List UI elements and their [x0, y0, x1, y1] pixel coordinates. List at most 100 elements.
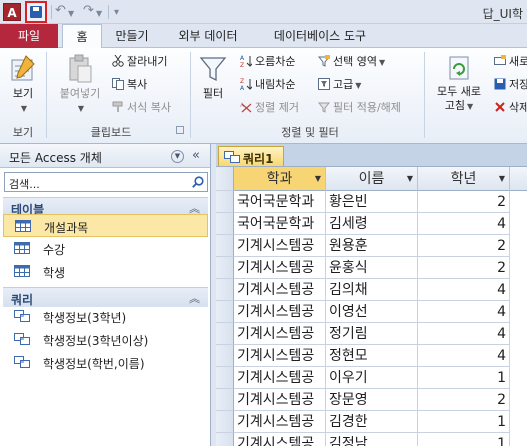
column-header-department[interactable]: 학과 ▼	[234, 167, 326, 191]
remove-sort-button[interactable]: A 정렬 제거	[240, 100, 299, 116]
row-selector[interactable]	[216, 345, 234, 367]
format-painter-button[interactable]: 서식 복사	[112, 100, 171, 116]
table-row[interactable]: 기계시스템공 이우기 1	[216, 367, 527, 389]
cell-department[interactable]: 기계시스템공	[234, 345, 326, 367]
collapse-pane-icon[interactable]: «	[192, 148, 200, 163]
nav-item-query-grade3-plus[interactable]: 학생정보(3학년이상)	[3, 328, 208, 351]
table-row[interactable]: 국어국문학과 황은빈 2	[216, 191, 527, 213]
paste-button[interactable]: 붙여넣기 ▼	[54, 54, 106, 114]
cell-name[interactable]: 황은빈	[326, 191, 418, 213]
cell-grade[interactable]: 2	[418, 235, 510, 257]
cell-name[interactable]: 장문영	[326, 389, 418, 411]
redo-dropdown-icon[interactable]: ▼	[96, 6, 102, 22]
undo-dropdown-icon[interactable]: ▼	[68, 6, 74, 22]
column-dropdown-icon[interactable]: ▼	[315, 167, 321, 191]
table-row[interactable]: 기계시스템공 원용훈 2	[216, 235, 527, 257]
cell-name[interactable]: 김세령	[326, 213, 418, 235]
nav-item-query-id-name[interactable]: 학생정보(학번,이름)	[3, 351, 208, 374]
row-selector[interactable]	[216, 257, 234, 279]
toggle-filter-button[interactable]: 필터 적용/해제	[318, 100, 401, 116]
nav-item-table-enrollment[interactable]: 수강	[3, 237, 208, 260]
cell-department[interactable]: 기계시스템공	[234, 433, 326, 446]
cell-name[interactable]: 이영선	[326, 301, 418, 323]
row-selector[interactable]	[216, 323, 234, 345]
cell-grade[interactable]: 2	[418, 257, 510, 279]
cell-name[interactable]: 정현모	[326, 345, 418, 367]
cell-department[interactable]: 기계시스템공	[234, 301, 326, 323]
table-row[interactable]: 국어국문학과 김세령 4	[216, 213, 527, 235]
select-all-corner[interactable]	[216, 167, 234, 191]
document-tab-query1[interactable]: 쿼리1	[218, 146, 284, 166]
sort-ascending-button[interactable]: A Z 오름차순	[240, 54, 295, 70]
nav-item-table-open-courses[interactable]: 개설과목	[3, 214, 208, 237]
table-row[interactable]: 기계시스템공 장문영 2	[216, 389, 527, 411]
refresh-all-button[interactable]: 모두 새로 고침 ▼	[430, 54, 488, 114]
tab-file[interactable]: 파일	[0, 24, 58, 48]
cell-name[interactable]: 정기림	[326, 323, 418, 345]
table-row[interactable]: 기계시스템공 김의채 4	[216, 279, 527, 301]
row-selector[interactable]	[216, 235, 234, 257]
cell-department[interactable]: 기계시스템공	[234, 323, 326, 345]
row-selector[interactable]	[216, 279, 234, 301]
cell-department[interactable]: 기계시스템공	[234, 389, 326, 411]
cell-department[interactable]: 국어국문학과	[234, 213, 326, 235]
tab-external-data[interactable]: 외부 데이터	[166, 24, 250, 48]
filter-button[interactable]: 필터	[196, 54, 230, 101]
row-selector[interactable]	[216, 389, 234, 411]
selection-button[interactable]: 선택 영역 ▼	[318, 54, 385, 70]
table-row[interactable]: 기계시스템공 김경한 1	[216, 411, 527, 433]
chevron-up-icon[interactable]: ︽	[189, 290, 200, 306]
cell-grade[interactable]: 2	[418, 389, 510, 411]
cell-name[interactable]: 김경한	[326, 411, 418, 433]
cell-department[interactable]: 기계시스템공	[234, 235, 326, 257]
table-row[interactable]: 기계시스템공 이영선 4	[216, 301, 527, 323]
column-header-add[interactable]	[510, 167, 527, 191]
copy-button[interactable]: 복사	[112, 77, 147, 93]
cell-department[interactable]: 국어국문학과	[234, 191, 326, 213]
cell-grade[interactable]: 2	[418, 191, 510, 213]
customize-quick-access-icon[interactable]: ▾	[114, 5, 119, 21]
cut-button[interactable]: 잘라내기	[112, 54, 167, 70]
row-selector[interactable]	[216, 191, 234, 213]
row-selector[interactable]	[216, 433, 234, 446]
cell-department[interactable]: 기계시스템공	[234, 411, 326, 433]
cell-grade[interactable]: 4	[418, 279, 510, 301]
nav-item-table-students[interactable]: 학생	[3, 260, 208, 283]
tab-database-tools[interactable]: 데이터베이스 도구	[260, 24, 380, 48]
table-row[interactable]: 기계시스템공 김정남 1	[216, 433, 527, 446]
advanced-filter-button[interactable]: 고급 ▼	[318, 77, 361, 93]
nav-item-query-grade3[interactable]: 학생정보(3학년)	[3, 305, 208, 328]
cell-grade[interactable]: 4	[418, 301, 510, 323]
cell-name[interactable]: 김정남	[326, 433, 418, 446]
dialog-launcher-icon[interactable]	[176, 126, 184, 134]
section-queries[interactable]: 쿼리 ︽	[3, 287, 208, 307]
column-dropdown-icon[interactable]: ▼	[407, 167, 413, 191]
search-input[interactable]: 검색...	[4, 172, 208, 192]
cell-department[interactable]: 기계시스템공	[234, 367, 326, 389]
chevron-down-icon[interactable]: ▼	[171, 150, 184, 163]
cell-grade[interactable]: 4	[418, 213, 510, 235]
undo-icon[interactable]: ↶	[55, 3, 66, 19]
delete-record-button[interactable]: 삭제	[494, 100, 527, 116]
access-app-icon[interactable]: A	[3, 3, 21, 21]
new-record-button[interactable]: 새로	[494, 54, 527, 70]
cell-name[interactable]: 원용훈	[326, 235, 418, 257]
nav-pane-header[interactable]: 모든 Access 개체 ▼ «	[0, 144, 210, 168]
cell-grade[interactable]: 4	[418, 323, 510, 345]
row-selector[interactable]	[216, 213, 234, 235]
cell-department[interactable]: 기계시스템공	[234, 257, 326, 279]
table-row[interactable]: 기계시스템공 정현모 4	[216, 345, 527, 367]
table-row[interactable]: 기계시스템공 윤홍식 2	[216, 257, 527, 279]
row-selector[interactable]	[216, 411, 234, 433]
row-selector[interactable]	[216, 301, 234, 323]
sort-descending-button[interactable]: Z A 내림차순	[240, 77, 295, 93]
cell-name[interactable]: 이우기	[326, 367, 418, 389]
cell-grade[interactable]: 1	[418, 433, 510, 446]
tab-home[interactable]: 홈	[62, 24, 102, 49]
save-record-button[interactable]: 저장	[494, 77, 527, 93]
column-header-name[interactable]: 이름 ▼	[326, 167, 418, 191]
cell-department[interactable]: 기계시스템공	[234, 279, 326, 301]
column-dropdown-icon[interactable]: ▼	[499, 167, 505, 191]
search-icon[interactable]	[192, 176, 204, 188]
column-header-grade[interactable]: 학년 ▼	[418, 167, 510, 191]
